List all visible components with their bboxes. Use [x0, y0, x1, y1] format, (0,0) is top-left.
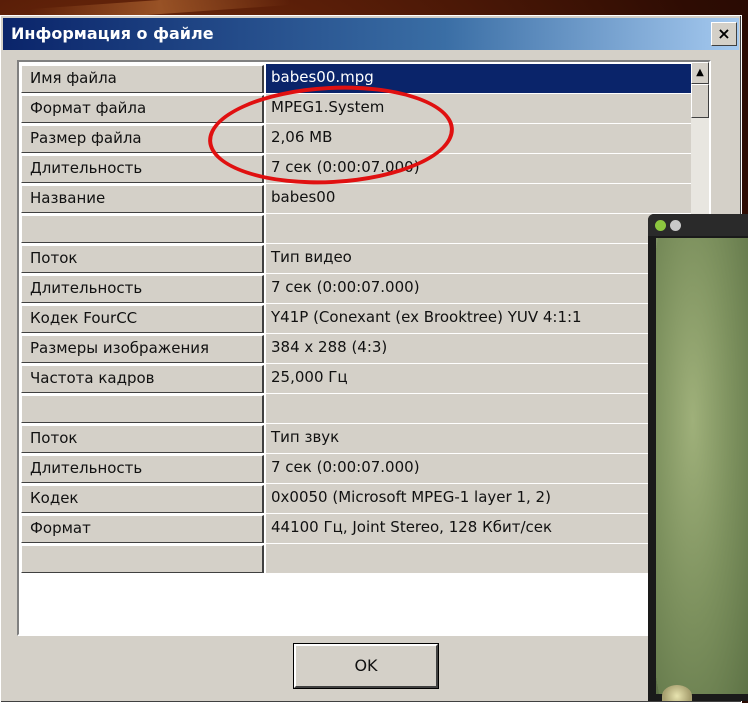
table-row[interactable]: Кодек 0x0050 (Microsoft MPEG-1 layer 1, 2… — [19, 484, 693, 514]
close-button[interactable]: × — [711, 22, 737, 46]
media-player-window[interactable] — [648, 214, 748, 701]
property-value[interactable] — [266, 214, 693, 244]
property-value[interactable] — [266, 544, 693, 574]
property-value[interactable]: 384 x 288 (4:3) — [266, 334, 693, 364]
table-row[interactable]: Размеры изображения 384 x 288 (4:3) — [19, 334, 693, 364]
property-label[interactable] — [21, 215, 264, 243]
property-label[interactable]: Имя файла — [21, 65, 264, 93]
property-value[interactable]: Тип звук — [266, 424, 693, 454]
ok-button[interactable]: OK — [293, 643, 439, 689]
property-value[interactable]: 0x0050 (Microsoft MPEG-1 layer 1, 2) — [266, 484, 693, 514]
arrow-up-icon: ▲ — [696, 67, 704, 78]
video-frame — [656, 238, 748, 694]
property-value[interactable]: babes00 — [266, 184, 693, 214]
property-label[interactable] — [21, 545, 264, 573]
table-row[interactable]: Формат 44100 Гц, Joint Stereo, 128 Кбит/с… — [19, 514, 693, 544]
property-label[interactable]: Название — [21, 185, 264, 213]
dialog-title: Информация о файле — [11, 24, 214, 43]
property-label[interactable]: Поток — [21, 245, 264, 273]
property-label[interactable]: Частота кадров — [21, 365, 264, 393]
table-row[interactable]: Длительность 7 сек (0:00:07.000) — [19, 274, 693, 304]
property-label[interactable]: Кодек FourCC — [21, 305, 264, 333]
property-value[interactable]: Y41P (Conexant (ex Brooktree) YUV 4:1:1 — [266, 304, 693, 334]
table-row[interactable]: Частота кадров 25,000 Гц — [19, 364, 693, 394]
title-bar[interactable]: Информация о файле × — [3, 18, 739, 50]
table-row[interactable]: Название babes00 — [19, 184, 693, 214]
property-label[interactable]: Формат — [21, 515, 264, 543]
property-value[interactable]: Тип видео — [266, 244, 693, 274]
property-label[interactable]: Длительность — [21, 455, 264, 483]
player-title-bar[interactable] — [648, 214, 748, 236]
table-row[interactable]: Длительность 7 сек (0:00:07.000) — [19, 454, 693, 484]
player-close-icon[interactable] — [670, 220, 681, 231]
property-value[interactable]: 25,000 Гц — [266, 364, 693, 394]
scroll-thumb[interactable] — [691, 84, 709, 118]
player-control-knob[interactable] — [662, 685, 692, 701]
property-label[interactable]: Поток — [21, 425, 264, 453]
property-label[interactable] — [21, 395, 264, 423]
scroll-up-button[interactable]: ▲ — [691, 62, 709, 84]
table-row[interactable]: Поток Тип видео — [19, 244, 693, 274]
table-row[interactable]: Кодек FourCC Y41P (Conexant (ex Brooktree… — [19, 304, 693, 334]
close-icon: × — [717, 24, 731, 43]
property-label[interactable]: Размеры изображения — [21, 335, 264, 363]
property-value[interactable]: 7 сек (0:00:07.000) — [266, 274, 693, 304]
table-row[interactable] — [19, 544, 693, 574]
property-value[interactable] — [266, 394, 693, 424]
property-label[interactable]: Длительность — [21, 275, 264, 303]
table-row[interactable]: Поток Тип звук — [19, 424, 693, 454]
player-minimize-icon[interactable] — [655, 220, 666, 231]
property-value[interactable]: 7 сек (0:00:07.000) — [266, 454, 693, 484]
property-label[interactable]: Кодек — [21, 485, 264, 513]
table-row[interactable] — [19, 394, 693, 424]
property-value[interactable]: 44100 Гц, Joint Stereo, 128 Кбит/сек — [266, 514, 693, 544]
table-row[interactable] — [19, 214, 693, 244]
